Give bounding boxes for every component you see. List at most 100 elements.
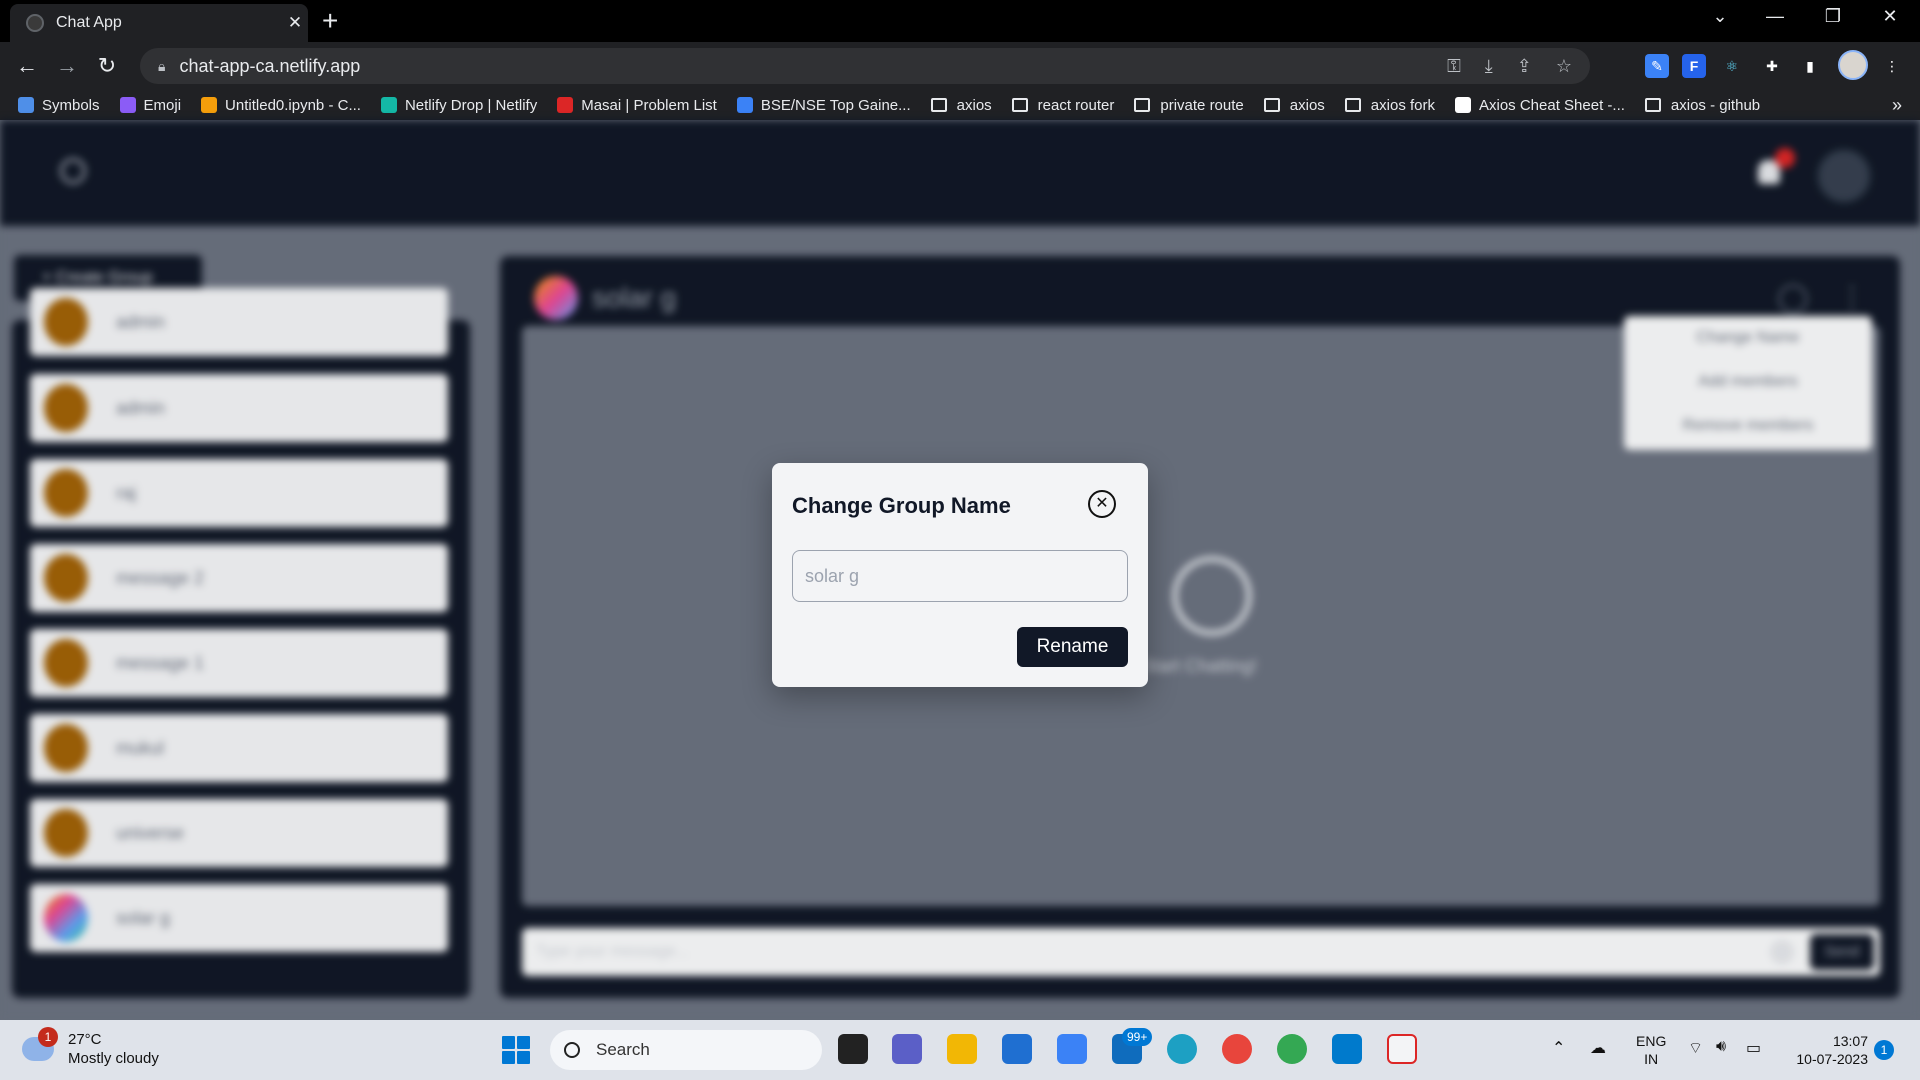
lock-icon: 🔒︎ <box>158 57 166 74</box>
lang-line1: ENG <box>1636 1033 1667 1049</box>
tab-title: Chat App <box>56 14 122 31</box>
rename-button[interactable]: Rename <box>1017 627 1128 667</box>
bookmark-label: axios <box>956 96 992 114</box>
battery-icon[interactable]: ▭ <box>1746 1038 1761 1058</box>
new-tab-button[interactable]: + <box>322 6 338 36</box>
browser-tab-bar: Chat App ✕ + ⌄ — ❐ ✕ <box>0 0 1920 42</box>
bookmark-item[interactable]: Masai | Problem List <box>557 97 717 114</box>
install-icon[interactable]: ⤓ <box>1485 56 1493 77</box>
notification-count[interactable]: 1 <box>1874 1040 1894 1060</box>
windows-start-icon[interactable] <box>502 1036 530 1064</box>
modal-title: Change Group Name <box>792 493 1011 518</box>
bookmark-label: axios <box>1289 96 1325 114</box>
taskbar-search-label: Search <box>596 1040 650 1059</box>
folder-icon <box>1263 98 1280 112</box>
more-bookmarks-icon[interactable]: » <box>1892 90 1902 120</box>
date: 10-07-2023 <box>1796 1051 1868 1067</box>
bookmark-item[interactable]: Untitled0.ipynb - C... <box>201 97 361 114</box>
tab-close-icon[interactable]: ✕ <box>282 13 308 33</box>
react-devtools-icon[interactable]: ⚛ <box>1720 54 1744 78</box>
bookmark-star-icon[interactable]: ☆ <box>1556 56 1572 77</box>
bookmark-label: react router <box>1037 96 1115 114</box>
bookmark-item[interactable]: BSE/NSE Top Gaine... <box>736 97 911 114</box>
bookmark-item[interactable]: axios fork <box>1344 96 1435 114</box>
clock[interactable]: 13:07 10-07-2023 <box>1788 1032 1868 1068</box>
wifi-icon[interactable]: ⌔ <box>1688 1038 1703 1058</box>
onedrive-icon[interactable]: ☁ <box>1590 1038 1606 1058</box>
window-close-icon[interactable]: ✕ <box>1870 6 1910 27</box>
profile-avatar[interactable] <box>1838 50 1868 80</box>
teams-icon[interactable] <box>892 1034 922 1064</box>
bookmark-item[interactable]: Symbols <box>18 97 100 114</box>
weather-badge: 1 <box>38 1027 58 1047</box>
snipping-tool-icon[interactable] <box>1387 1034 1417 1064</box>
windows-taskbar: 1 27°C Mostly cloudy Search 99+ ⌃ ☁ ENG … <box>0 1020 1920 1080</box>
change-group-name-modal: Change Group Name ✕ Rename <box>772 463 1148 687</box>
bookmark-label: axios fork <box>1370 96 1435 114</box>
browser-toolbar: ← → ↻ 🔒︎ chat-app-ca.netlify.app ⚿ ⤓ ⇪ ☆… <box>0 42 1920 90</box>
bookmark-item[interactable]: Axios Cheat Sheet -... <box>1455 97 1625 114</box>
browser-tab[interactable]: Chat App ✕ <box>10 4 308 42</box>
tab-favicon-icon <box>26 14 44 32</box>
microsoft-store-icon[interactable] <box>1002 1034 1032 1064</box>
close-icon[interactable]: ✕ <box>1088 490 1116 518</box>
extensions-puzzle-icon[interactable]: ✚ <box>1760 54 1784 78</box>
photos-icon[interactable] <box>1057 1034 1087 1064</box>
emoji-icon <box>119 97 136 113</box>
minimize-icon[interactable]: — <box>1755 6 1795 27</box>
search-icon <box>564 1042 580 1058</box>
tray-chevron-icon[interactable]: ⌃ <box>1552 1038 1565 1058</box>
weather-condition: Mostly cloudy <box>68 1050 159 1067</box>
group-name-input[interactable] <box>792 550 1128 602</box>
netlify-icon <box>380 97 397 113</box>
close-glyph: ✕ <box>1095 495 1109 512</box>
bookmark-label: Netlify Drop | Netlify <box>404 96 538 114</box>
browser-menu-icon[interactable]: ⋮ <box>1880 54 1904 78</box>
back-icon[interactable]: ← <box>12 51 42 81</box>
folder-icon <box>930 98 947 112</box>
address-bar[interactable]: 🔒︎ chat-app-ca.netlify.app ⚿ ⤓ ⇪ ☆ <box>140 48 1590 84</box>
bookmark-label: Axios Cheat Sheet -... <box>1479 96 1625 114</box>
key-icon[interactable]: ⚿ <box>1447 56 1461 77</box>
bookmark-label: Emoji <box>143 96 182 114</box>
chrome-profile-icon[interactable] <box>1277 1034 1307 1064</box>
bookmark-label: Untitled0.ipynb - C... <box>225 96 361 114</box>
bookmark-item[interactable]: axios <box>930 96 992 114</box>
bookmark-item[interactable]: Emoji <box>119 96 182 114</box>
forward-icon[interactable]: → <box>52 51 82 81</box>
bookmarks-bar: Symbols Emoji Untitled0.ipynb - C... Netlif… <box>0 90 1920 120</box>
bookmark-item[interactable]: private route <box>1134 96 1244 114</box>
bookmark-label: private route <box>1160 96 1244 114</box>
extension-pen-icon[interactable]: ✎ <box>1645 54 1669 78</box>
bookmark-item[interactable]: Netlify Drop | Netlify <box>380 96 538 114</box>
temperature: 27°C <box>68 1031 102 1048</box>
share-icon[interactable]: ⇪ <box>1517 56 1532 77</box>
colab-icon <box>201 97 218 113</box>
reload-icon[interactable]: ↻ <box>92 51 122 81</box>
weather-widget[interactable]: 1 27°C Mostly cloudy <box>22 1027 159 1068</box>
taskbar-search[interactable]: Search <box>550 1030 822 1070</box>
bookmark-item[interactable]: react router <box>1011 96 1115 114</box>
edge-icon[interactable] <box>1167 1034 1197 1064</box>
vscode-icon[interactable] <box>1332 1034 1362 1064</box>
restore-icon[interactable]: ❐ <box>1813 6 1853 27</box>
bookmark-label: Masai | Problem List <box>581 96 717 114</box>
folder-icon <box>1344 98 1361 112</box>
chrome-icon[interactable] <box>1222 1034 1252 1064</box>
time: 13:07 <box>1832 1033 1868 1049</box>
k-icon <box>1455 97 1471 113</box>
folder-icon <box>1011 98 1028 112</box>
task-view-icon[interactable] <box>838 1034 868 1064</box>
volume-icon[interactable]: 🔊︎ <box>1716 1038 1726 1056</box>
folder-icon <box>1134 98 1151 112</box>
file-explorer-icon[interactable] <box>947 1034 977 1064</box>
url-text: chat-app-ca.netlify.app <box>179 55 361 76</box>
bookmark-item[interactable]: axios <box>1263 96 1325 114</box>
language-indicator[interactable]: ENG IN <box>1636 1032 1666 1068</box>
side-panel-icon[interactable]: ▮ <box>1798 54 1822 78</box>
masai-icon <box>557 97 574 113</box>
extension-f-icon[interactable]: F <box>1682 54 1706 78</box>
bookmark-item[interactable]: axios - github <box>1644 97 1760 114</box>
tab-search-icon[interactable]: ⌄ <box>1700 6 1740 27</box>
bookmark-label: Symbols <box>42 96 100 114</box>
